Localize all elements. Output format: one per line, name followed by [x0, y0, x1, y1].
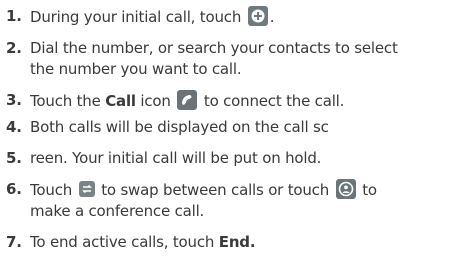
swap-calls-icon: [78, 181, 95, 197]
step-number: 1.: [6, 7, 22, 25]
step-number: 4.: [6, 118, 22, 136]
merge-calls-icon: [335, 179, 356, 199]
list-item: 6. Touch to swap between calls or touch …: [6, 179, 472, 222]
call-icon: [177, 90, 198, 110]
list-item: 5. reen. Your initial call will be put o…: [6, 148, 472, 169]
step-number: 3.: [6, 91, 22, 109]
step-text: Touch to swap between calls or touch to m…: [30, 179, 377, 220]
step-text: Touch the Call icon to connect the call.: [30, 90, 345, 110]
list-item: 4. Both calls will be displayed on the c…: [6, 117, 472, 138]
step-text: Dial the number, or search your contacts…: [30, 39, 398, 78]
instruction-list: 1. During your initial call, touch . 2. …: [6, 6, 472, 253]
step-number: 7.: [6, 233, 22, 251]
step-text: To end active calls, touch End.: [30, 233, 256, 251]
step-number: 6.: [6, 180, 22, 198]
list-item: 1. During your initial call, touch .: [6, 6, 472, 28]
step-text: During your initial call, touch .: [30, 6, 275, 26]
step-text: Both calls will be displayed on the call…: [30, 118, 329, 136]
add-call-icon: [247, 6, 268, 26]
list-item: 3. Touch the Call icon to connect the ca…: [6, 90, 472, 112]
step-number: 2.: [6, 39, 22, 57]
list-item: 2. Dial the number, or search your conta…: [6, 38, 472, 80]
list-item: 7. To end active calls, touch End.: [6, 232, 472, 253]
step-text: reen. Your initial call will be put on h…: [30, 149, 322, 167]
step-number: 5.: [6, 149, 22, 167]
